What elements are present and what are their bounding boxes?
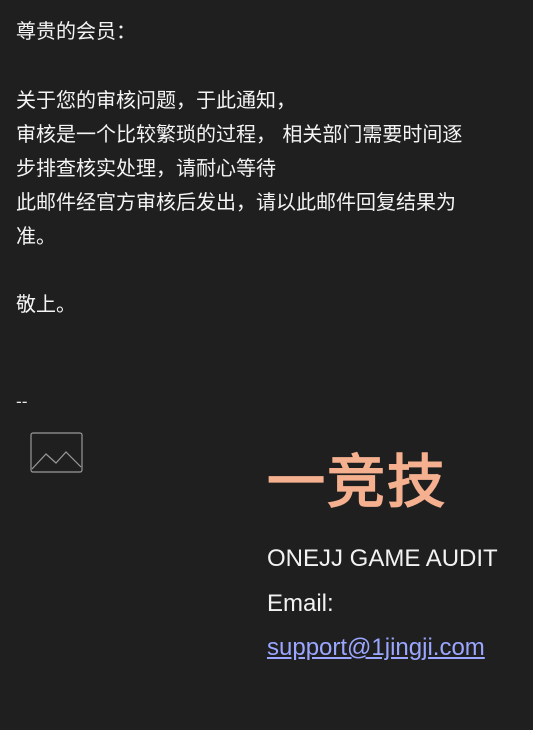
body-line-4: 此邮件经官方审核后发出，请以此邮件回复结果为 [16,190,456,214]
image-placeholder-icon[interactable] [30,432,83,473]
brand-logo-text: 一竞技 [267,448,448,516]
signature-separator: -- [16,392,28,411]
company-name: ONEJJ GAME AUDIT [267,545,498,572]
body-line-1: 关于您的审核问题，于此通知， [16,88,296,112]
body-line-2: 审核是一个比较繁琐的过程， 相关部门需要时间逐 [16,122,463,146]
email-label: Email: [267,590,334,617]
body-line-5: 准。 [16,224,56,248]
greeting: 尊贵的会员： [16,19,136,43]
support-email-link[interactable]: support@1jingji.com [267,633,485,663]
body-line-3: 步排查核实处理，请耐心等待 [16,156,276,180]
closing: 敬上。 [16,292,76,316]
